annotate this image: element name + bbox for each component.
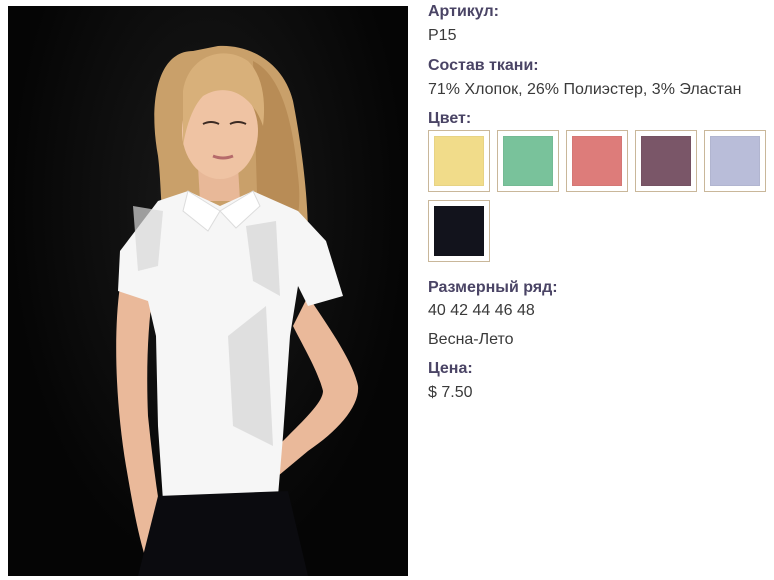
swatch-fill (434, 206, 484, 256)
color-swatch-black[interactable] (428, 200, 490, 262)
price-value: $ 7.50 (428, 384, 473, 401)
composition-label: Состав ткани: (428, 57, 539, 74)
color-swatch-lavender[interactable] (704, 130, 766, 192)
color-label: Цвет: (428, 110, 472, 127)
price-label: Цена: (428, 360, 473, 377)
swatch-fill (434, 136, 484, 186)
season-value: Весна-Лето (428, 331, 514, 348)
color-swatch-mint[interactable] (497, 130, 559, 192)
swatch-fill (503, 136, 553, 186)
model-illustration (116, 45, 359, 576)
size-value: 40 42 44 46 48 (428, 302, 535, 319)
color-swatch-yellow[interactable] (428, 130, 490, 192)
swatch-fill (710, 136, 760, 186)
swatch-fill (572, 136, 622, 186)
swatch-fill (641, 136, 691, 186)
color-swatch-coral[interactable] (566, 130, 628, 192)
color-swatch-plum[interactable] (635, 130, 697, 192)
product-photo (8, 6, 408, 576)
composition-value: 71% Хлопок, 26% Полиэстер, 3% Эластан (428, 81, 742, 98)
size-label: Размерный ряд: (428, 279, 558, 296)
article-label: Артикул: (428, 3, 499, 20)
article-value: P15 (428, 27, 457, 44)
